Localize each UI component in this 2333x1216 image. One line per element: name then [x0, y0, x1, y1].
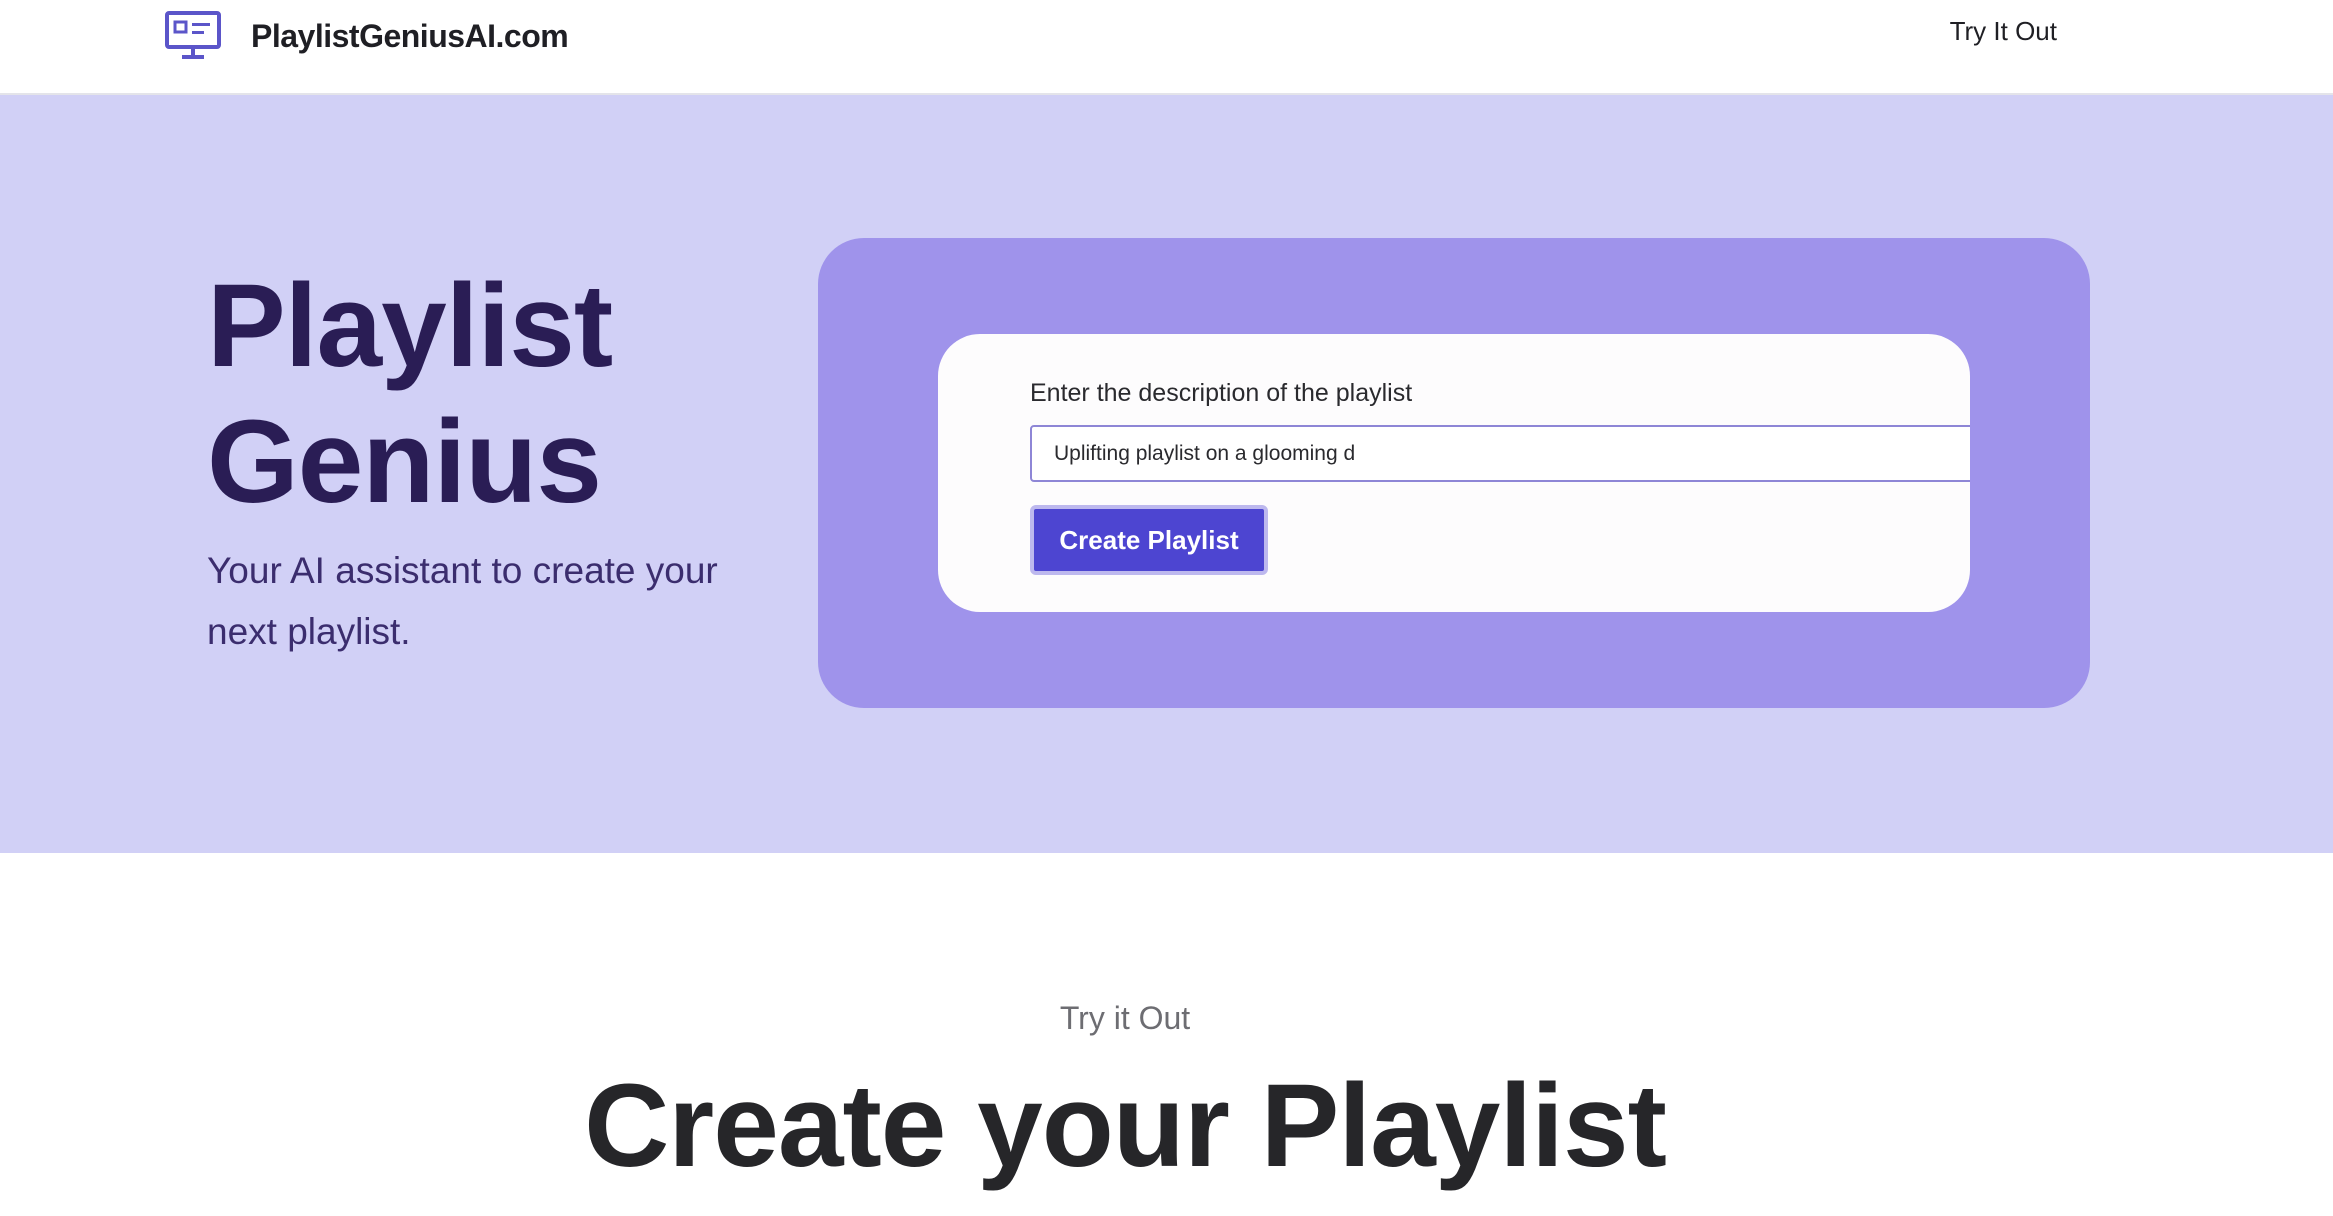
section-eyebrow: Try it Out: [1059, 1000, 1191, 1036]
brand-logo-link[interactable]: PlaylistGeniusAI.com: [165, 11, 569, 61]
nav-try-it-out-link[interactable]: Try It Out: [1950, 16, 2057, 47]
hero-subtitle: Your AI assistant to create your next pl…: [207, 550, 718, 652]
hero-section: Playlist Genius Your AI assistant to cre…: [0, 95, 2333, 853]
create-playlist-button[interactable]: Create Playlist: [1030, 505, 1268, 575]
top-navbar: PlaylistGeniusAI.com Try It Out: [0, 0, 2333, 95]
playlist-description-input[interactable]: [1030, 425, 1970, 482]
hero-title-line-2: Genius: [207, 396, 602, 528]
section-title: Create your Playlist: [584, 1060, 1667, 1192]
playlist-form-card: Enter the description of the playlist Cr…: [938, 334, 1970, 612]
hero-title: Playlist Genius: [207, 258, 613, 530]
hero-title-line-1: Playlist: [207, 260, 613, 392]
brand-name: PlaylistGeniusAI.com: [251, 17, 569, 54]
demo-panel: Enter the description of the playlist Cr…: [818, 238, 2090, 708]
description-label: Enter the description of the playlist: [1030, 379, 1413, 407]
monitor-icon: [165, 11, 221, 59]
